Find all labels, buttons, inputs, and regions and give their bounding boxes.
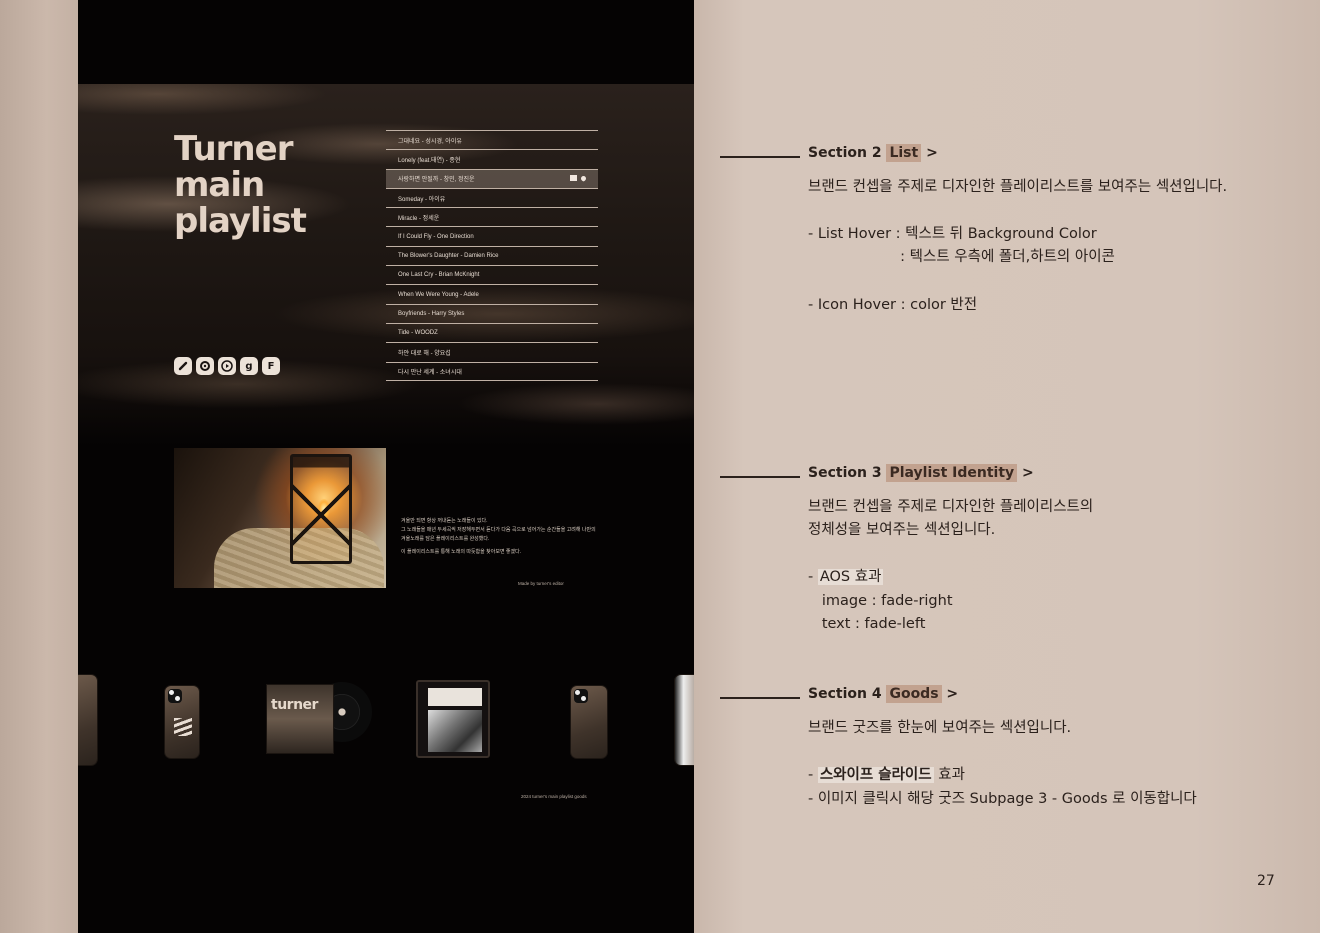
section-bullet: : 텍스트 우측에 폴더,하트의 아이콘 bbox=[808, 249, 1115, 265]
track-label: 사랑하면 안될까 - 창민, 정진운 bbox=[398, 177, 475, 184]
track-label: When We Were Young - Adele bbox=[398, 291, 479, 298]
section-bullet: - AOS 효과 bbox=[808, 569, 884, 585]
track-item[interactable]: 그대네요 - 성시경, 아이유 bbox=[386, 130, 598, 149]
identity-credit: Made by turner's editor bbox=[518, 581, 564, 586]
link-icon[interactable] bbox=[174, 357, 192, 375]
track-list: 그대네요 - 성시경, 아이유 Lonely (feat.태연) - 종현 사랑… bbox=[386, 130, 598, 381]
swipe-highlight: 스와이프 슬라이드 bbox=[817, 767, 934, 783]
track-item[interactable]: Someday - 아이유 bbox=[386, 187, 598, 207]
section-bullet: - 스와이프 슬라이드 효과 bbox=[808, 767, 965, 783]
floppy-photo bbox=[428, 710, 482, 752]
section-heading: Section 4 Goods > bbox=[808, 685, 959, 703]
track-label: Tide - WOODZ bbox=[398, 330, 438, 337]
play-icon[interactable] bbox=[218, 357, 236, 375]
title-line-3: playlist bbox=[174, 201, 307, 241]
floppy-label bbox=[428, 688, 482, 706]
website-mockup: Turner main playlist 그대네요 - 성시경, 아이유 Lon… bbox=[78, 0, 694, 933]
track-hover-icons bbox=[570, 174, 588, 182]
goods-item-floppy-photo[interactable] bbox=[416, 680, 490, 758]
identity-paragraph: 이 플레이리스트를 통해 노래의 따듯함을 찾아보면 좋겠다. bbox=[401, 549, 522, 555]
track-item-hovered[interactable]: 사랑하면 안될까 - 창민, 정진운 bbox=[386, 168, 598, 188]
goods-item-partial[interactable] bbox=[674, 674, 694, 766]
goods-slider[interactable]: turner bbox=[78, 672, 694, 767]
title-line-2: main bbox=[174, 165, 265, 205]
track-item[interactable]: If I Could Fly - One Direction bbox=[386, 226, 598, 245]
goods-caption: 2024 turner's main playlist goods bbox=[521, 794, 587, 799]
logo-stripes bbox=[174, 718, 192, 736]
section-description: 브랜드 컨셉을 주제로 디자인한 플레이리스트의 bbox=[808, 499, 1094, 515]
playlist-title: Turner main playlist bbox=[174, 131, 354, 239]
track-label: If I Could Fly - One Direction bbox=[398, 233, 474, 240]
pointer-line bbox=[720, 156, 800, 158]
pointer-line bbox=[720, 476, 800, 478]
track-item[interactable]: Tide - WOODZ bbox=[386, 322, 598, 342]
music-icon[interactable] bbox=[196, 357, 214, 375]
camera-icon bbox=[168, 689, 182, 703]
track-item[interactable]: Boyfriends - Harry Styles bbox=[386, 303, 598, 323]
identity-description: 겨울만 되면 항상 꺼내듣는 노래들이 있다. 그 노래들을 매년 두세곡씩 저장… bbox=[401, 517, 601, 561]
section-heading: Section 3 Playlist Identity > bbox=[808, 464, 1034, 482]
track-label: Someday - 아이유 bbox=[398, 196, 446, 203]
track-item[interactable]: 다시 만난 세계 - 소녀시대 bbox=[386, 361, 598, 381]
track-label: 하얀 대로 해 - 양요섭 bbox=[398, 350, 451, 357]
title-line-1: Turner bbox=[174, 129, 293, 169]
page-number: 27 bbox=[1257, 873, 1275, 889]
heart-icon[interactable] bbox=[579, 174, 588, 182]
track-label: The Blower's Daughter - Damien Rice bbox=[398, 252, 499, 259]
section-name-highlight: Goods bbox=[886, 685, 942, 703]
page-margin-left bbox=[0, 0, 78, 933]
section-bullet: text : fade-left bbox=[808, 616, 926, 632]
track-item[interactable]: Lonely (feat.태연) - 종현 bbox=[386, 149, 598, 168]
section-description: 브랜드 컨셉을 주제로 디자인한 플레이리스트를 보여주는 섹션입니다. bbox=[808, 179, 1228, 195]
identity-paragraph: 겨울만 되면 항상 꺼내듣는 노래들이 있다. 그 노래들을 매년 두세곡씩 저장… bbox=[401, 518, 596, 542]
section-bullet: image : fade-right bbox=[808, 593, 953, 609]
track-item[interactable]: When We Were Young - Adele bbox=[386, 284, 598, 303]
section-name-highlight: List bbox=[886, 144, 922, 162]
section-name-highlight: Playlist Identity bbox=[886, 464, 1018, 482]
track-label: One Last Cry - Brian McKnight bbox=[398, 272, 480, 279]
identity-lantern-image bbox=[174, 448, 386, 588]
folder-icon[interactable] bbox=[570, 174, 577, 181]
track-label: Boyfriends - Harry Styles bbox=[398, 310, 465, 317]
hero-section: Turner main playlist 그대네요 - 성시경, 아이유 Lon… bbox=[78, 84, 694, 446]
goods-item-album[interactable]: turner bbox=[266, 684, 334, 754]
track-item[interactable]: 하얀 대로 해 - 양요섭 bbox=[386, 342, 598, 361]
genie-icon[interactable]: g bbox=[240, 357, 258, 375]
track-label: 그대네요 - 성시경, 아이유 bbox=[398, 138, 462, 145]
section-description: 정체성을 보여주는 섹션입니다. bbox=[808, 522, 996, 538]
goods-item-phone-case[interactable] bbox=[164, 685, 200, 759]
social-links: g F bbox=[174, 357, 280, 375]
camera-icon bbox=[574, 689, 588, 703]
lantern-shape bbox=[290, 454, 352, 564]
section-bullet: - Icon Hover : color 반전 bbox=[808, 297, 978, 313]
flo-icon[interactable]: F bbox=[262, 357, 280, 375]
track-item[interactable]: One Last Cry - Brian McKnight bbox=[386, 265, 598, 284]
section-bullet: - List Hover : 텍스트 뒤 Background Color bbox=[808, 226, 1097, 242]
track-label: 다시 만난 세계 - 소녀시대 bbox=[398, 369, 462, 376]
track-label: Miracle - 정세운 bbox=[398, 215, 440, 222]
section-heading: Section 2 List > bbox=[808, 144, 938, 162]
goods-item-phone-case[interactable] bbox=[570, 685, 608, 759]
pointer-line bbox=[720, 697, 800, 699]
album-logo: turner bbox=[271, 697, 318, 713]
aos-highlight: AOS 효과 bbox=[817, 569, 884, 585]
section-bullet: - 이미지 클릭시 해당 굿즈 Subpage 3 - Goods 로 이동합니… bbox=[808, 791, 1197, 807]
goods-item-phone-case-partial[interactable] bbox=[78, 674, 98, 766]
track-item[interactable]: The Blower's Daughter - Damien Rice bbox=[386, 245, 598, 265]
track-label: Lonely (feat.태연) - 종현 bbox=[398, 157, 461, 164]
track-item[interactable]: Miracle - 정세운 bbox=[386, 207, 598, 226]
section-description: 브랜드 굿즈를 한눈에 보여주는 섹션입니다. bbox=[808, 720, 1072, 736]
